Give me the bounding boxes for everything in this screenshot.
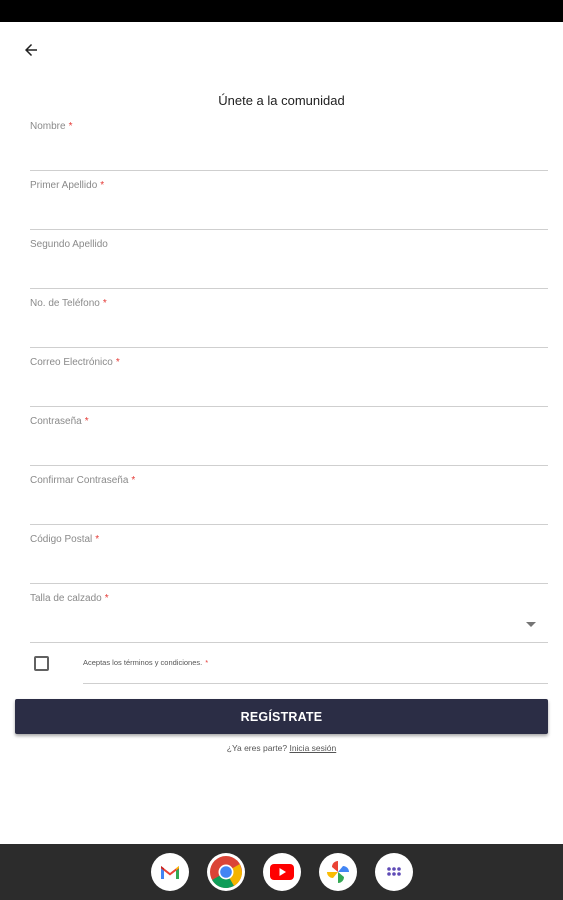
field-label: Correo Electrónico *	[30, 357, 120, 368]
codigo-postal-input[interactable]	[30, 554, 548, 582]
login-link[interactable]: Inicia sesión	[289, 743, 336, 753]
correo-input[interactable]	[30, 377, 548, 405]
terms-label: Aceptas los términos y condiciones. *	[83, 658, 209, 667]
correo-field[interactable]: Correo Electrónico *	[30, 357, 548, 407]
youtube-glyph	[269, 864, 294, 880]
page-title: Únete a la comunidad	[218, 93, 345, 108]
gmail-glyph	[160, 866, 179, 879]
app-drawer-glyph	[386, 867, 401, 876]
login-prompt: ¿Ya eres parte? Inicia sesión	[0, 743, 563, 753]
field-label: Segundo Apellido	[30, 239, 108, 250]
confirmar-contrasena-input[interactable]	[30, 495, 548, 523]
chrome-glyph	[209, 856, 242, 889]
terms-field: Aceptas los términos y condiciones. *	[83, 648, 548, 684]
navigation-bar	[0, 844, 563, 900]
field-label: Contraseña *	[30, 416, 89, 427]
chrome-icon[interactable]	[206, 853, 245, 891]
codigo-postal-field[interactable]: Código Postal *	[30, 534, 548, 584]
app-drawer-icon[interactable]	[374, 853, 413, 891]
contrasena-field[interactable]: Contraseña *	[30, 416, 548, 466]
segundo-apellido-field[interactable]: Segundo Apellido	[30, 239, 548, 289]
gmail-icon[interactable]	[150, 853, 189, 891]
field-label: Talla de calzado *	[30, 593, 109, 604]
confirmar-contrasena-field[interactable]: Confirmar Contraseña *	[30, 475, 548, 525]
photos-icon[interactable]	[318, 853, 357, 891]
nombre-input[interactable]	[30, 141, 548, 169]
app-dock	[0, 844, 563, 900]
arrow-left-icon	[25, 44, 37, 56]
nombre-field[interactable]: Nombre *	[30, 121, 548, 171]
photos-glyph	[326, 861, 349, 883]
field-label: Primer Apellido *	[30, 180, 105, 191]
field-label: Nombre *	[30, 121, 73, 132]
telefono-field[interactable]: No. de Teléfono *	[30, 298, 548, 348]
primer-apellido-input[interactable]	[30, 200, 548, 228]
contrasena-input[interactable]	[30, 436, 548, 464]
terms-checkbox[interactable]	[34, 656, 49, 671]
register-button[interactable]: REGÍSTRATE	[15, 699, 548, 734]
terms-row: Aceptas los términos y condiciones. *	[30, 648, 548, 684]
field-label: Código Postal *	[30, 534, 100, 545]
dropdown-arrow-icon[interactable]	[526, 622, 536, 627]
talla-calzado-select[interactable]: Talla de calzado *	[30, 593, 548, 643]
status-bar	[0, 0, 563, 22]
primer-apellido-field[interactable]: Primer Apellido *	[30, 180, 548, 230]
telefono-input[interactable]	[30, 318, 548, 346]
youtube-icon[interactable]	[262, 853, 301, 891]
field-label: Confirmar Contraseña *	[30, 475, 136, 486]
segundo-apellido-input[interactable]	[30, 259, 548, 287]
talla-calzado-value	[30, 613, 548, 641]
field-label: No. de Teléfono *	[30, 298, 107, 309]
login-prompt-text: ¿Ya eres parte?	[226, 743, 288, 753]
back-button[interactable]	[18, 37, 44, 63]
